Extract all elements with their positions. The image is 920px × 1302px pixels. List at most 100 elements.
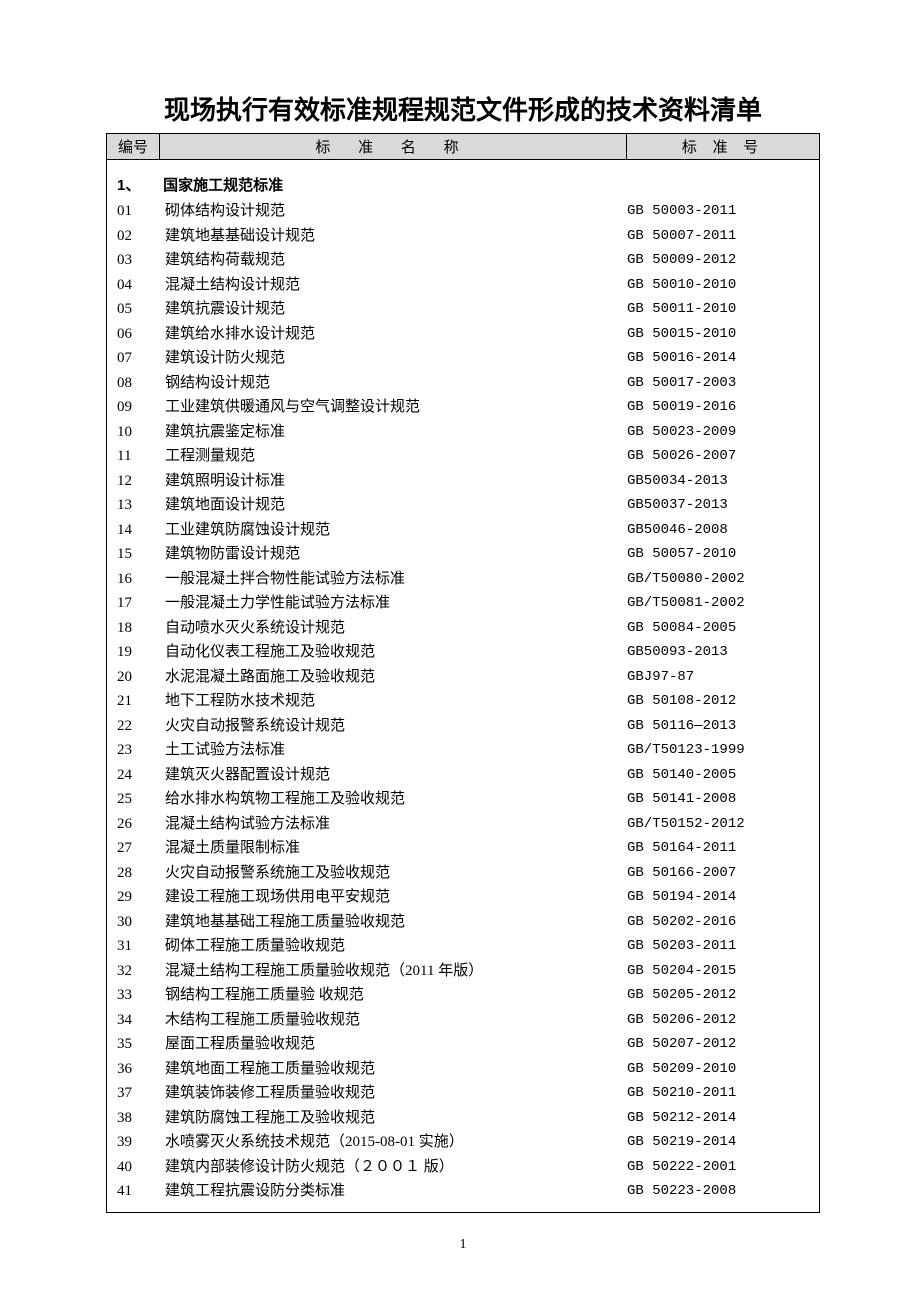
header-col-code: 标 准 号: [627, 134, 819, 159]
standard-code: GB 50194-2014: [627, 885, 809, 910]
row-number: 08: [117, 371, 165, 396]
standard-code: GB 50222-2001: [627, 1155, 809, 1180]
standard-name: 建筑结构荷载规范: [165, 248, 627, 273]
row-number: 26: [117, 812, 165, 837]
standard-name: 地下工程防水技术规范: [165, 689, 627, 714]
standard-code: GB 50019-2016: [627, 395, 809, 420]
row-number: 02: [117, 224, 165, 249]
table-row: 16一般混凝土拌合物性能试验方法标准GB/T50080-2002: [117, 567, 809, 592]
standard-name: 工业建筑供暖通风与空气调整设计规范: [165, 395, 627, 420]
row-number: 27: [117, 836, 165, 861]
standard-code: GB 50010-2010: [627, 273, 809, 298]
row-number: 31: [117, 934, 165, 959]
standard-code: GB 50212-2014: [627, 1106, 809, 1131]
standard-name: 火灾自动报警系统施工及验收规范: [165, 861, 627, 886]
standard-code: GB 50141-2008: [627, 787, 809, 812]
row-number: 13: [117, 493, 165, 518]
standard-code: GB50046-2008: [627, 518, 809, 543]
standard-name: 钢结构设计规范: [165, 371, 627, 396]
table-row: 15建筑物防雷设计规范GB 50057-2010: [117, 542, 809, 567]
row-number: 18: [117, 616, 165, 641]
standard-name: 建筑灭火器配置设计规范: [165, 763, 627, 788]
section-label: 国家施工规范标准: [163, 177, 283, 194]
standard-name: 水泥混凝土路面施工及验收规范: [165, 665, 627, 690]
table-row: 11工程测量规范GB 50026-2007: [117, 444, 809, 469]
row-number: 14: [117, 518, 165, 543]
table-row: 30建筑地基基础工程施工质量验收规范GB 50202-2016: [117, 910, 809, 935]
standard-code: GB/T50081-2002: [627, 591, 809, 616]
row-number: 39: [117, 1130, 165, 1155]
row-number: 21: [117, 689, 165, 714]
standard-code: GB 50204-2015: [627, 959, 809, 984]
table-row: 10建筑抗震鉴定标准GB 50023-2009: [117, 420, 809, 445]
row-number: 40: [117, 1155, 165, 1180]
standard-code: GB/T50152-2012: [627, 812, 809, 837]
section-lead-number: 1、: [117, 174, 159, 195]
standard-name: 建筑照明设计标准: [165, 469, 627, 494]
standard-code: GB 50003-2011: [627, 199, 809, 224]
standard-code: GB 50223-2008: [627, 1179, 809, 1204]
row-number: 34: [117, 1008, 165, 1033]
standard-code: GB50037-2013: [627, 493, 809, 518]
table-row: 29建设工程施工现场供用电平安规范GB 50194-2014: [117, 885, 809, 910]
document-page: 现场执行有效标准规程规范文件形成的技术资料清单 编号 标 准 名 称 标 准 号…: [0, 0, 920, 1293]
table-row: 33钢结构工程施工质量验 收规范GB 50205-2012: [117, 983, 809, 1008]
standard-name: 建筑地面设计规范: [165, 493, 627, 518]
standard-code: GB 50026-2007: [627, 444, 809, 469]
standards-table: 编号 标 准 名 称 标 准 号 1、 国家施工规范标准 01砌体结构设计规范G…: [106, 133, 820, 1213]
row-number: 11: [117, 444, 165, 469]
standard-code: GB 50206-2012: [627, 1008, 809, 1033]
standard-name: 工业建筑防腐蚀设计规范: [165, 518, 627, 543]
standard-name: 建筑给水排水设计规范: [165, 322, 627, 347]
standard-code: GB 50202-2016: [627, 910, 809, 935]
row-number: 16: [117, 567, 165, 592]
table-row: 07建筑设计防火规范GB 50016-2014: [117, 346, 809, 371]
row-number: 23: [117, 738, 165, 763]
standard-name: 建筑地基基础设计规范: [165, 224, 627, 249]
standard-name: 砌体工程施工质量验收规范: [165, 934, 627, 959]
row-number: 03: [117, 248, 165, 273]
row-number: 15: [117, 542, 165, 567]
table-body: 1、 国家施工规范标准 01砌体结构设计规范GB 50003-201102建筑地…: [107, 160, 819, 1212]
table-row: 40建筑内部装修设计防火规范（２００１ 版）GB 50222-2001: [117, 1155, 809, 1180]
standard-name: 建筑工程抗震设防分类标准: [165, 1179, 627, 1204]
standard-code: GB 50108-2012: [627, 689, 809, 714]
table-row: 31砌体工程施工质量验收规范GB 50203-2011: [117, 934, 809, 959]
table-header-row: 编号 标 准 名 称 标 准 号: [107, 133, 819, 160]
table-row: 36建筑地面工程施工质量验收规范GB 50209-2010: [117, 1057, 809, 1082]
page-number: 1: [106, 1237, 820, 1253]
standard-code: GB 50205-2012: [627, 983, 809, 1008]
standard-name: 土工试验方法标准: [165, 738, 627, 763]
standard-code: GB 50166-2007: [627, 861, 809, 886]
table-row: 05建筑抗震设计规范GB 50011-2010: [117, 297, 809, 322]
standard-code: GB/T50080-2002: [627, 567, 809, 592]
row-number: 28: [117, 861, 165, 886]
standard-code: GBJ97-87: [627, 665, 809, 690]
standard-code: GB 50210-2011: [627, 1081, 809, 1106]
standard-code: GB 50009-2012: [627, 248, 809, 273]
standard-name: 混凝土结构设计规范: [165, 273, 627, 298]
row-number: 20: [117, 665, 165, 690]
standard-code: GB 50140-2005: [627, 763, 809, 788]
table-row: 35屋面工程质量验收规范GB 50207-2012: [117, 1032, 809, 1057]
table-row: 14工业建筑防腐蚀设计规范GB50046-2008: [117, 518, 809, 543]
row-number: 07: [117, 346, 165, 371]
standard-code: GB 50209-2010: [627, 1057, 809, 1082]
row-number: 09: [117, 395, 165, 420]
standard-code: GB 50207-2012: [627, 1032, 809, 1057]
standard-name: 建筑装饰装修工程质量验收规范: [165, 1081, 627, 1106]
row-number: 38: [117, 1106, 165, 1131]
row-number: 01: [117, 199, 165, 224]
standard-name: 混凝土质量限制标准: [165, 836, 627, 861]
section-heading: 1、 国家施工规范标准: [117, 174, 809, 195]
standard-name: 建筑内部装修设计防火规范（２００１ 版）: [165, 1155, 627, 1180]
standard-code: GB50034-2013: [627, 469, 809, 494]
standard-name: 木结构工程施工质量验收规范: [165, 1008, 627, 1033]
standard-name: 火灾自动报警系统设计规范: [165, 714, 627, 739]
standard-code: GB 50219-2014: [627, 1130, 809, 1155]
standard-name: 一般混凝土力学性能试验方法标准: [165, 591, 627, 616]
table-row: 03建筑结构荷载规范GB 50009-2012: [117, 248, 809, 273]
standard-code: GB 50084-2005: [627, 616, 809, 641]
standard-name: 建筑防腐蚀工程施工及验收规范: [165, 1106, 627, 1131]
row-number: 24: [117, 763, 165, 788]
